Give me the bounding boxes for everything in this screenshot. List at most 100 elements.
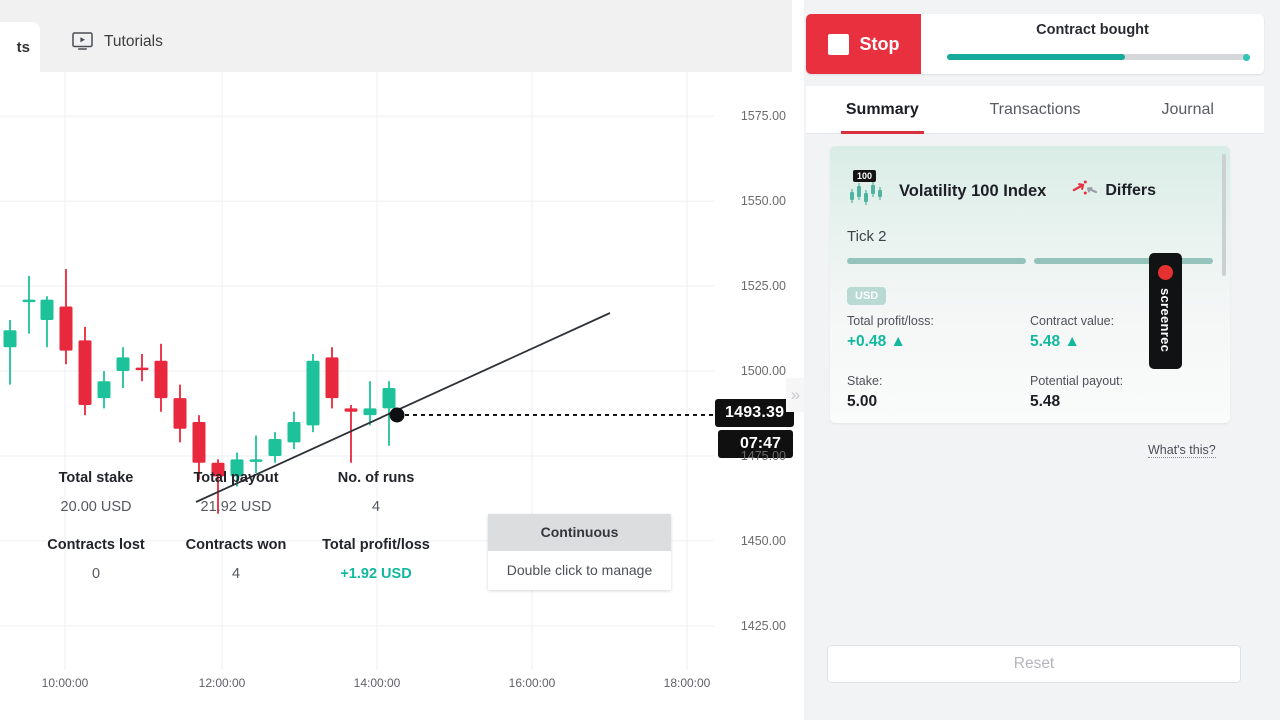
stat-key: Total profit/loss: — [847, 314, 934, 328]
candle — [116, 347, 130, 388]
progress-fill — [947, 54, 1125, 60]
total-key: Total payout — [193, 470, 279, 486]
contract-card-header: 100 Volatility 100 Index Differs — [830, 146, 1230, 206]
symbol-icon-wrap: 100 — [847, 170, 887, 206]
total-value: 4 — [371, 499, 381, 515]
screenrec-watermark: screenrec — [1149, 253, 1182, 369]
contract-status-text: Contract bought — [1036, 22, 1149, 38]
total-value: 0 — [91, 566, 101, 582]
panel-tabs: Summary Transactions Journal — [806, 86, 1264, 134]
total-cell: Total stake 20.00 USD — [26, 470, 166, 515]
x-axis-tick: 10:00:00 — [41, 676, 89, 690]
reset-button[interactable]: Reset — [827, 645, 1241, 683]
stop-button[interactable]: Stop — [806, 14, 921, 74]
chart-pane: ts Tutorials 1493.39 07:47 Continuous Do… — [0, 0, 805, 720]
total-cell: Total profit/loss +1.92 USD — [306, 537, 446, 582]
total-cell: No. of runs 4 — [306, 470, 446, 515]
y-axis-tick: 1425.00 — [740, 618, 786, 633]
total-key: Contracts won — [185, 537, 287, 553]
candle — [22, 275, 36, 334]
candle — [306, 354, 320, 433]
stat-value: 5.48 — [1030, 393, 1061, 410]
candle — [78, 326, 92, 416]
total-value: 21.92 USD — [200, 499, 272, 515]
trade-type-label: Differs — [1105, 182, 1157, 199]
tick-label: Tick 2 — [847, 228, 887, 245]
y-axis-tick: 1550.00 — [740, 194, 786, 209]
candle — [154, 343, 168, 412]
trend-up-icon: ▲ — [890, 333, 906, 350]
tab-summary[interactable]: Summary — [806, 86, 959, 134]
total-value: +1.92 USD — [340, 566, 412, 582]
tab-journal-label: Journal — [1161, 100, 1214, 118]
panel-expand-chevron-icon[interactable]: » — [786, 378, 805, 412]
x-axis-tick: 18:00:00 — [663, 676, 711, 690]
candle — [97, 371, 111, 409]
tab-journal[interactable]: Journal — [1111, 86, 1264, 133]
trend-up-icon: ▲ — [1064, 333, 1080, 350]
total-cell: Contracts lost 0 — [26, 537, 166, 582]
reset-button-label: Reset — [1013, 655, 1055, 672]
tab-charts[interactable]: ts — [0, 22, 40, 72]
tab-summary-label: Summary — [845, 100, 919, 118]
total-value: 4 — [231, 566, 241, 582]
tab-transactions[interactable]: Transactions — [959, 86, 1112, 133]
progress-knob — [1243, 54, 1250, 61]
contract-status-bar: Stop Contract bought — [806, 14, 1264, 74]
trade-panel: Stop Contract bought Summary Transaction… — [804, 0, 1280, 720]
tab-transactions-label: Transactions — [989, 100, 1081, 118]
screenrec-label: screenrec — [1158, 288, 1173, 353]
candle — [3, 320, 17, 385]
candle — [249, 435, 263, 473]
stop-button-label: Stop — [859, 33, 900, 54]
tab-tutorials[interactable]: Tutorials — [72, 32, 163, 51]
tutorial-monitor-icon — [72, 32, 93, 51]
candle — [325, 347, 339, 409]
total-value: 20.00 USD — [60, 499, 132, 515]
candle — [287, 411, 301, 450]
x-axis-tick: 14:00:00 — [353, 676, 401, 690]
x-axis-tick: 12:00:00 — [198, 676, 246, 690]
y-axis-tick: 1450.00 — [740, 533, 786, 548]
stop-square-icon — [827, 33, 849, 55]
contract-progress: Contract bought — [921, 14, 1264, 74]
y-axis-tick: 1525.00 — [740, 279, 786, 294]
y-axis-tick: 1500.00 — [740, 364, 786, 378]
current-price-badge: 1493.39 — [715, 399, 795, 427]
total-key: Total profit/loss — [322, 537, 430, 553]
candle — [59, 269, 73, 365]
stat-key: Contract value: — [1030, 314, 1115, 328]
chart-tab-bar: ts Tutorials — [0, 0, 792, 72]
tab-tutorials-label: Tutorials — [104, 32, 163, 50]
total-cell: Total payout 21.92 USD — [166, 470, 306, 515]
total-key: Total stake — [58, 470, 134, 486]
candle — [363, 381, 377, 426]
continuous-annotation-subtitle: Double click to manage — [506, 562, 653, 578]
contract-symbol: Volatility 100 Index — [899, 181, 1047, 200]
whats-this-link[interactable]: What's this? — [1148, 443, 1216, 458]
tab-charts-label: ts — [16, 38, 30, 56]
current-price-marker — [389, 407, 405, 423]
stat-number: +0.48 — [847, 333, 887, 350]
x-axis-tick: 16:00:00 — [508, 676, 556, 690]
y-axis-tick: 1475.00 — [740, 448, 786, 463]
trade-type: Differs — [1072, 178, 1156, 205]
total-key: No. of runs — [337, 470, 415, 486]
continuous-annotation[interactable]: Continuous Double click to manage — [488, 514, 671, 590]
progress-track — [947, 54, 1250, 61]
y-axis-tick: 1575.00 — [740, 109, 786, 124]
record-dot-icon — [1158, 265, 1173, 280]
stat-key: Potential payout: — [1030, 374, 1124, 388]
stat-number: 5.48 — [1030, 333, 1061, 350]
candle — [40, 296, 54, 348]
total-key: Contracts lost — [47, 537, 145, 553]
stat-value: 5.48 ▲ — [1030, 333, 1213, 351]
card-scrollbar[interactable] — [1222, 154, 1226, 276]
tick-segment — [1034, 258, 1213, 264]
stat-value: +0.48 ▲ — [847, 333, 1030, 351]
differs-icon — [1072, 178, 1098, 205]
currency-chip: USD — [847, 287, 887, 305]
stat-key: Stake: — [847, 374, 883, 388]
